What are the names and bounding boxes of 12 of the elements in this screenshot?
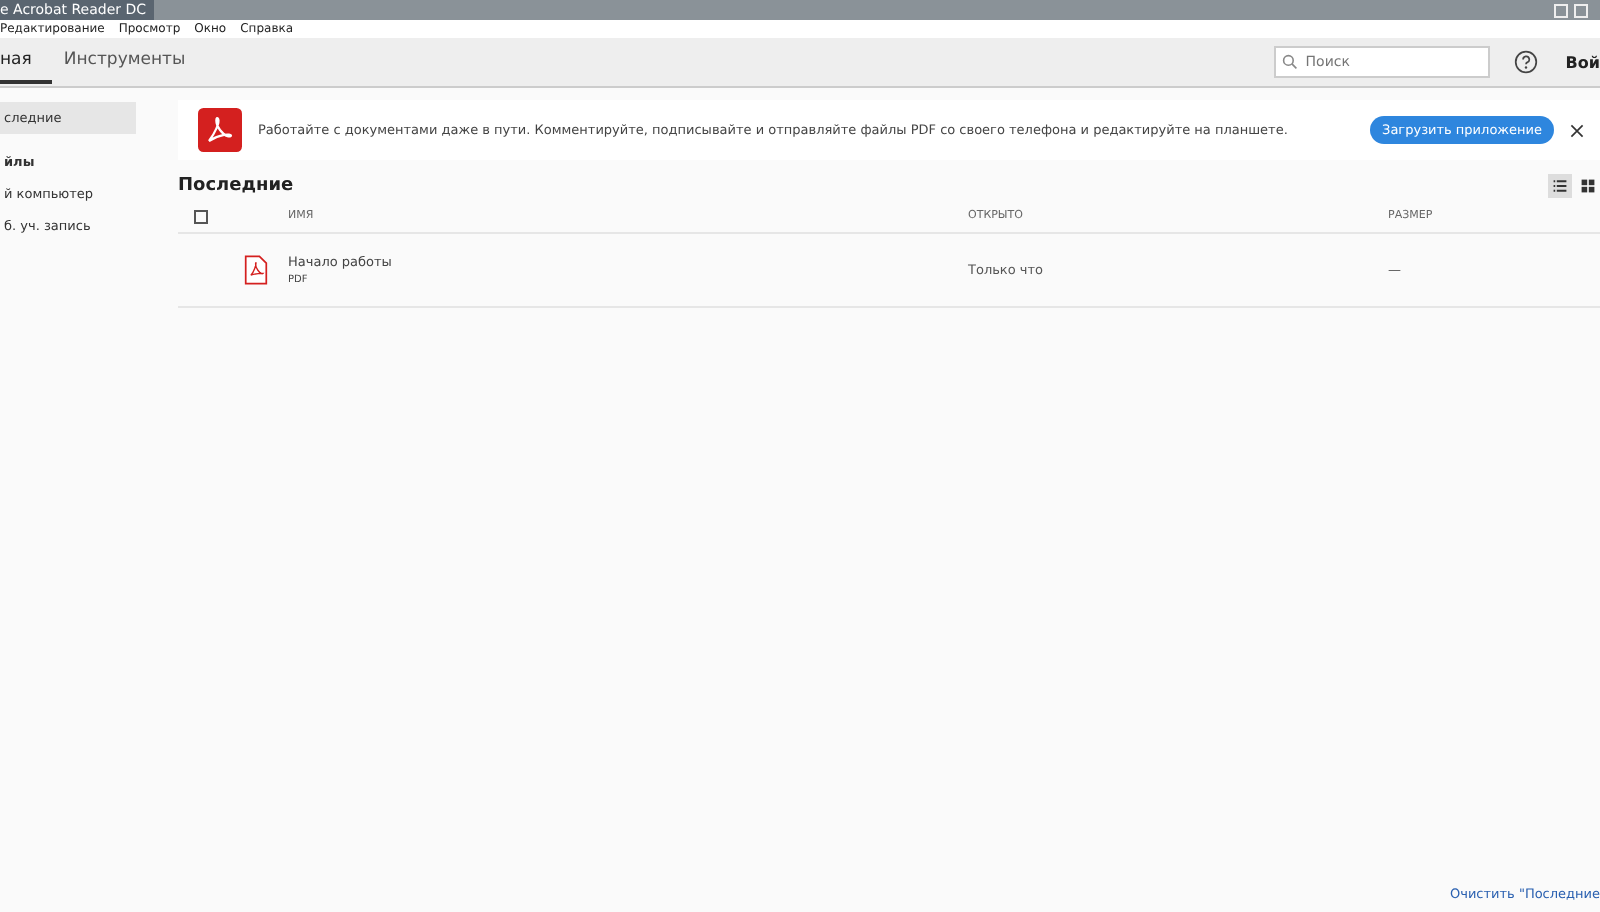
window-controls-icon[interactable] — [1554, 3, 1588, 17]
tab[interactable]: ная — [0, 40, 52, 84]
section-title: Последние — [178, 176, 294, 196]
pdf-logo-icon — [198, 108, 242, 152]
help-icon[interactable] — [1513, 50, 1538, 74]
select-all-checkbox[interactable] — [193, 209, 207, 223]
grid-view-icon[interactable] — [1576, 174, 1600, 198]
sign-in-link[interactable]: Вой — [1565, 53, 1600, 71]
close-icon[interactable] — [1570, 123, 1584, 137]
pdf-file-icon — [243, 254, 267, 286]
tab[interactable]: Инструменты — [63, 40, 206, 84]
list-view-icon[interactable] — [1548, 174, 1572, 198]
